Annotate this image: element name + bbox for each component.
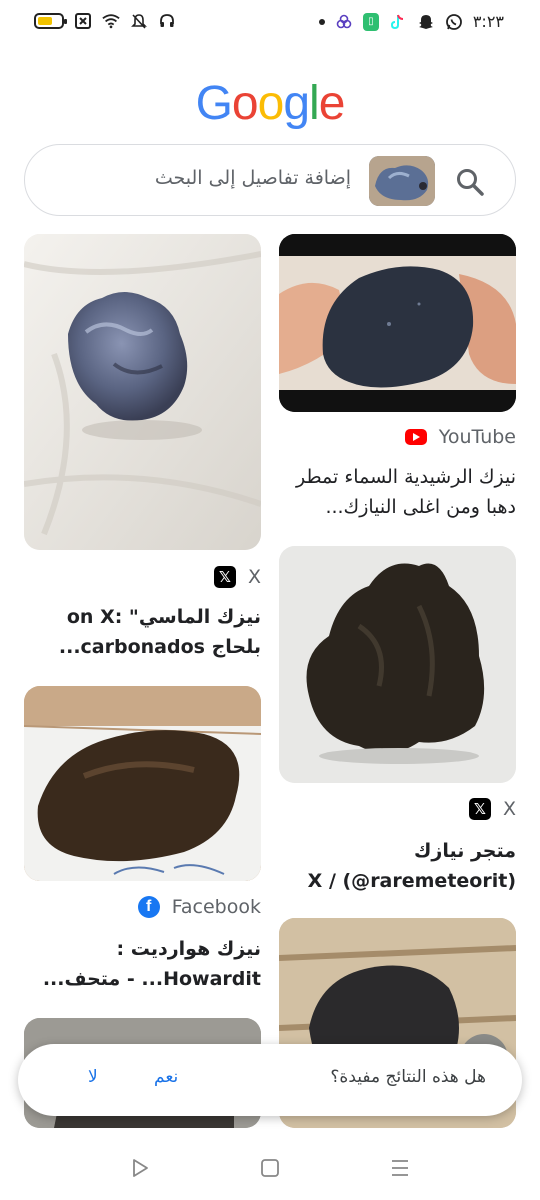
search-image-thumbnail[interactable] [369,156,435,206]
search-bar[interactable] [24,144,516,216]
logo-letter: o [231,77,259,130]
x-icon: 𝕏 [213,566,236,588]
youtube-icon [404,429,427,445]
search-input[interactable] [121,167,351,189]
result-image-3[interactable] [279,546,516,783]
google-logo: Google [0,76,540,131]
logo-letter: e [318,77,346,130]
app-icon [335,13,353,31]
result-source-label: X [502,798,516,820]
status-time: ٣:٢٣ [472,12,504,31]
result-image-4[interactable] [24,686,261,881]
facebook-icon: f [137,896,160,918]
feedback-prompt: هل هذه النتائج مفيدة؟ نعم لا [18,1044,522,1116]
search-icon[interactable] [455,167,485,197]
headphones-icon [158,12,176,30]
result-source-label: Facebook [171,896,261,918]
wifi-icon [102,12,120,30]
result-image-2[interactable] [24,234,261,550]
result-image-1[interactable] [279,234,516,412]
home-icon[interactable] [258,1156,282,1180]
back-icon[interactable] [128,1156,152,1180]
navigation-bar [0,1138,540,1200]
logo-letter: o [257,77,285,130]
result-source-4[interactable]: f Facebook [24,896,261,918]
feedback-question: هل هذه النتائج مفيدة؟ [330,1067,486,1087]
battery-icon [34,13,67,29]
recents-icon[interactable] [388,1156,412,1180]
result-source-label: YouTube [438,426,516,448]
status-bar: ▯ ٣:٢٣ [0,0,540,46]
tiktok-icon [389,13,407,31]
result-source-3[interactable]: 𝕏 X [279,798,516,820]
whatsapp-icon [445,13,463,31]
feedback-no-button[interactable]: لا [88,1067,98,1087]
status-left-icons [34,12,176,30]
result-title-3[interactable]: متجر نيازك (raremeteorit@) / X [279,836,516,896]
snapchat-icon [417,13,435,31]
x-icon: 𝕏 [468,798,491,820]
result-source-1[interactable]: YouTube [279,426,516,448]
result-source-2[interactable]: 𝕏 X [24,566,261,588]
green-app-icon: ▯ [362,12,379,31]
bell-muted-icon [130,12,148,30]
status-right-icons: ▯ ٣:٢٣ [318,12,504,31]
result-title-4[interactable]: نيزك هوارديت : Howardit... - متحف... [24,934,261,994]
logo-letter: l [309,77,320,130]
logo-letter: g [283,77,310,130]
close-box-icon [74,12,92,30]
result-title-1[interactable]: نيزك الرشيدية السماء تمطر دهبا ومن اغلى … [279,462,516,522]
logo-letter: G [195,77,233,130]
result-source-label: X [247,566,261,588]
result-title-2[interactable]: نيزك الماسي" :on X بلحاج carbonados... [24,602,261,662]
feedback-yes-button[interactable]: نعم [154,1067,178,1087]
notification-dot [318,18,325,25]
